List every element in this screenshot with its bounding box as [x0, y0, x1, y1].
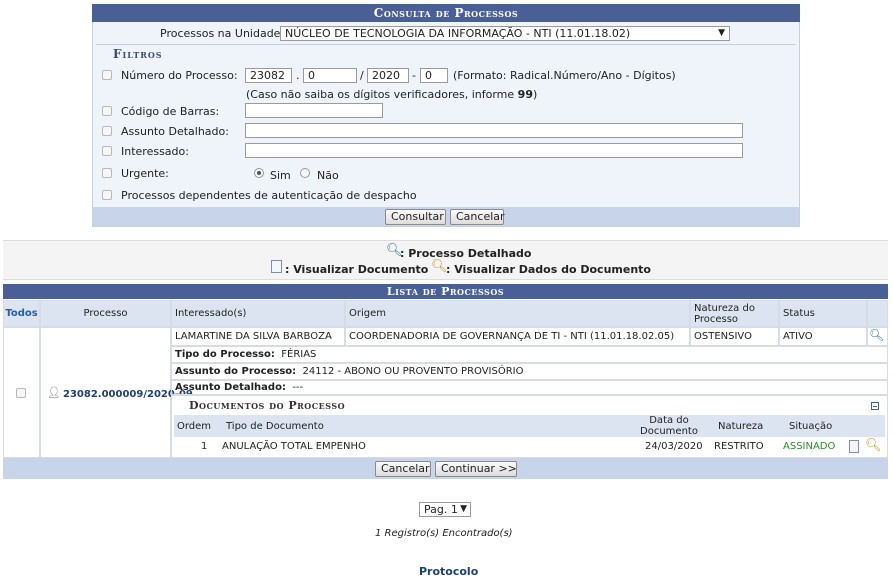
assunto-detalhado-row: Assunto Detalhado: --- [171, 380, 888, 395]
doc-ordem-cell: 1 [201, 441, 208, 452]
assunto-checkbox[interactable] [102, 126, 112, 136]
doc-data-header-l1: Data do [649, 415, 689, 426]
doc-data-header-l2: Documento [640, 426, 698, 437]
assunto-processo-value: 24112 - ABONO OU PROVENTO PROVISÓRIO [302, 366, 524, 377]
detalhar-processo-icon[interactable]: 🔍︎ [869, 328, 884, 342]
codigo-label: Código de Barras: [121, 105, 220, 118]
page-chevron-down-icon: ▼ [460, 504, 467, 514]
lista-cancelar-button[interactable]: Cancelar [375, 461, 431, 477]
row-checkbox[interactable] [16, 388, 26, 398]
doc-data-header: Data do Documento [640, 415, 698, 437]
doc-natureza-header: Natureza [718, 421, 764, 432]
assunto-detalhado-label: Assunto Detalhado: [175, 382, 286, 393]
doc-data-cell: 24/03/2020 [645, 441, 703, 452]
slash-separator: / [360, 69, 364, 82]
visualizar-dados-icon[interactable]: 🔍︎ [865, 438, 882, 453]
interessados-header: Interessado(s) [171, 300, 345, 327]
consulta-footer [93, 207, 799, 226]
numero-ano-input[interactable]: 2020 [367, 68, 409, 83]
todos-header[interactable]: Todos [3, 300, 40, 327]
chevron-down-icon: ▼ [718, 28, 725, 38]
natureza-header: Natureza do Processo [690, 300, 779, 327]
filtros-divider [96, 44, 796, 45]
numero-checkbox[interactable] [102, 70, 112, 80]
numero-label: Número do Processo: [121, 69, 238, 82]
legend-detalhado: : Processo Detalhado [400, 247, 532, 260]
formato-hint: (Formato: Radical.Número/Ano - Dígitos) [453, 69, 676, 82]
todos-link[interactable]: Todos [5, 308, 37, 319]
digitos-hint-suffix: ) [532, 88, 538, 101]
dot-separator: . [296, 69, 300, 82]
documentos-title: Documentos do Processo [189, 399, 346, 412]
codigo-checkbox[interactable] [102, 106, 112, 116]
natureza-header-l2: Processo [694, 314, 739, 325]
doc-tipo-cell: ANULAÇÃO TOTAL EMPENHO [222, 441, 366, 452]
status-header: Status [779, 300, 867, 327]
interessado-input[interactable] [245, 143, 743, 158]
doc-natureza-cell: RESTRITO [714, 441, 764, 452]
registros-count: 1 Registro(s) Encontrado(s) [375, 528, 513, 539]
assunto-label: Assunto Detalhado: [121, 125, 229, 138]
collapse-icon[interactable] [871, 402, 879, 410]
page-select-value: Pag. 1 [424, 503, 458, 516]
digitos-hint-prefix: (Caso não saiba os dígitos verificadores… [246, 88, 518, 101]
person-icon: 👤︎ [47, 386, 61, 399]
unidade-label: Processos na Unidade: [160, 27, 285, 40]
assunto-processo-label: Assunto do Processo: [175, 366, 297, 377]
interessado-label: Interessado: [121, 145, 189, 158]
unidade-value: NÚCLEO DE TECNOLOGIA DA INFORMAÇÃO - NTI… [285, 27, 631, 40]
origem-header: Origem [345, 300, 690, 327]
consulta-title: Consulta de Processos [92, 4, 800, 22]
tipo-processo-label: Tipo do Processo: [175, 349, 275, 360]
legend-visualizar-documento: : Visualizar Documento [285, 263, 429, 276]
urgente-checkbox[interactable] [102, 168, 112, 178]
natureza-header-l1: Natureza do [694, 303, 755, 314]
status-cell: ATIVO [779, 327, 867, 346]
processo-header: Processo [40, 300, 171, 327]
doc-situacao-cell: ASSINADO [783, 441, 836, 452]
urgente-nao-label: Não [317, 169, 339, 182]
dependentes-checkbox[interactable] [102, 190, 112, 200]
doc-situacao-header: Situação [789, 421, 833, 432]
assunto-detalhado-value: --- [292, 382, 304, 393]
protocolo-link[interactable]: Protocolo [419, 565, 478, 578]
dash-separator: - [412, 69, 416, 82]
legend-visualizar-dados: : Visualizar Dados do Documento [446, 263, 651, 276]
assunto-processo-row: Assunto do Processo: 24112 - ABONO OU PR… [171, 363, 888, 380]
urgente-nao-radio[interactable] [300, 168, 310, 178]
tipo-processo-value: FÉRIAS [281, 349, 317, 360]
numero-numero-input[interactable]: 0 [303, 68, 357, 83]
digitos-hint-bold: 99 [517, 88, 533, 101]
actions-header [867, 300, 888, 327]
origem-cell: COORDENADORIA DE GOVERNANÇA DE TI - NTI … [345, 327, 690, 346]
continuar-button[interactable]: Continuar >> [435, 461, 517, 477]
dependentes-label: Processos dependentes de autenticação de… [121, 189, 417, 202]
digitos-hint: (Caso não saiba os dígitos verificadores… [246, 88, 537, 101]
filtros-title: Filtros [113, 47, 163, 61]
doc-tipo-header: Tipo de Documento [226, 421, 324, 432]
interessado-cell: LAMARTINE DA SILVA BARBOZA [171, 327, 345, 346]
numero-radical-input[interactable]: 23082 [245, 68, 292, 83]
document-icon [271, 260, 282, 273]
tipo-processo-row: Tipo do Processo: FÉRIAS [171, 346, 888, 363]
page-select[interactable]: Pag. 1 ▼ [419, 502, 471, 517]
cancelar-button[interactable]: Cancelar [450, 209, 505, 225]
assunto-detalhado-input[interactable] [245, 123, 743, 138]
urgente-sim-label: Sim [270, 169, 291, 182]
interessado-checkbox[interactable] [102, 146, 112, 156]
lista-title: Lista de Processos [3, 284, 888, 299]
numero-digitos-input[interactable]: 0 [420, 68, 448, 83]
natureza-cell: OSTENSIVO [690, 327, 779, 346]
doc-ordem-header: Ordem [177, 421, 212, 432]
visualizar-documento-icon[interactable] [849, 440, 859, 453]
codigo-barras-input[interactable] [245, 103, 383, 118]
urgente-label: Urgente: [121, 167, 169, 180]
consultar-button[interactable]: Consultar [385, 209, 446, 225]
urgente-sim-radio[interactable] [254, 168, 264, 178]
unidade-select[interactable]: NÚCLEO DE TECNOLOGIA DA INFORMAÇÃO - NTI… [280, 26, 730, 41]
